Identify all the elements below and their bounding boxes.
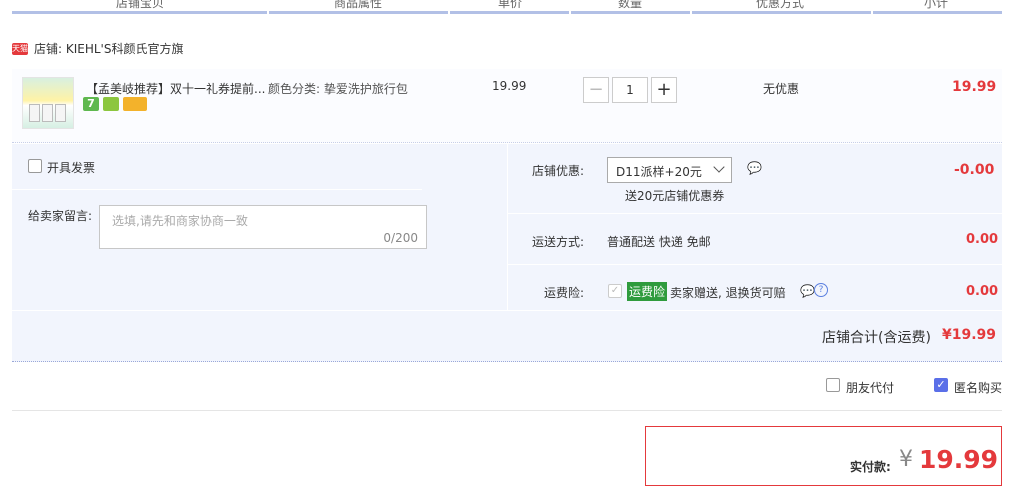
insurance-chat-icon[interactable]: 💬 [800, 284, 815, 298]
insurance-amount: 0.00 [966, 284, 999, 299]
anonymous-checkbox[interactable]: ✓ [934, 378, 948, 392]
shop-name[interactable]: 店铺: KIEHL'S科颜氏官方旗 [34, 40, 183, 57]
header-separator [267, 11, 269, 14]
shop-discount-selected: D11派样+20元 [616, 165, 702, 179]
message-label: 给卖家留言: [28, 209, 93, 223]
product-attribute: 颜色分类: 挚爱洗护旅行包 [268, 82, 408, 96]
header-separator [569, 11, 571, 14]
invoice-label[interactable]: 开具发票 [47, 159, 95, 176]
header-separator [690, 11, 692, 14]
shop-row: 天猫 店铺: KIEHL'S科颜氏官方旗 [12, 40, 183, 57]
invoice-checkbox[interactable] [28, 159, 42, 173]
insurance-label: 运费险: [544, 286, 585, 300]
header-separator [871, 11, 873, 14]
shop-discount-amount: -0.00 [954, 162, 995, 178]
shipping-amount: 0.00 [966, 232, 999, 247]
insurance-checkbox[interactable]: ✓ [608, 284, 622, 298]
payment-label: 实付款: [850, 460, 891, 474]
insurance-description: 卖家赠送, 退换货可赔 [670, 286, 786, 300]
shop-total-row: 店铺合计(含运费) ¥19.99 [12, 311, 1002, 362]
shipping-label: 运送方式: [532, 235, 585, 249]
anonymous-label[interactable]: 匿名购买 [954, 379, 1002, 396]
message-counter: 0/200 [383, 231, 418, 245]
unit-price: 19.99 [492, 79, 527, 93]
quantity-increase-button[interactable]: + [651, 77, 677, 103]
chevron-down-icon [713, 161, 725, 173]
divider [12, 410, 1002, 411]
header-col-item: 店铺宝贝 [115, 0, 164, 10]
seller-message-input[interactable]: 选填,请先和商家协商一致 0/200 [99, 205, 427, 249]
item-subtotal: 19.99 [952, 79, 997, 95]
service-tag-card-icon[interactable] [123, 97, 147, 111]
header-bar [12, 11, 1002, 14]
header-col-quantity: 数量 [617, 0, 642, 10]
header-separator [448, 11, 450, 14]
quantity-input[interactable]: 1 [612, 77, 648, 103]
service-tag-7day-icon[interactable]: 7 [83, 97, 99, 111]
shop-discount-note: 送20元店铺优惠券 [625, 189, 725, 203]
shop-total-amount: ¥19.99 [942, 327, 997, 343]
shop-discount-label: 店铺优惠: [532, 164, 585, 178]
tmall-badge-icon: 天猫 [12, 42, 28, 55]
header-col-price: 单价 [497, 0, 522, 10]
friend-pay-checkbox[interactable] [826, 378, 840, 392]
header-col-discount: 优惠方式 [755, 0, 804, 10]
friend-pay-label[interactable]: 朋友代付 [846, 379, 894, 396]
header-col-subtotal: 小计 [923, 0, 948, 10]
shop-total-label: 店铺合计(含运费) [822, 330, 931, 346]
header-col-attribute: 商品属性 [333, 0, 382, 10]
message-placeholder: 选填,请先和商家协商一致 [112, 214, 248, 228]
quantity-decrease-button[interactable]: − [583, 77, 609, 103]
product-thumbnail[interactable] [22, 77, 74, 129]
shop-discount-select[interactable]: D11派样+20元 [607, 157, 732, 183]
product-title[interactable]: 【孟美岐推荐】双十一礼券提前... [86, 80, 265, 97]
shipping-method: 普通配送 快递 免邮 [607, 235, 711, 249]
shop-discount-chat-icon[interactable]: 💬 [747, 161, 762, 175]
payment-amount: 19.99 [919, 445, 999, 474]
insurance-badge: 运费险 [627, 282, 668, 301]
discount-method: 无优惠 [763, 82, 800, 96]
insurance-help-icon[interactable]: ? [814, 283, 828, 297]
payment-currency: ¥ [899, 447, 913, 472]
service-tag-guarantee-icon[interactable] [103, 97, 119, 111]
cart-item-row: 【孟美岐推荐】双十一礼券提前... 7 颜色分类: 挚爱洗护旅行包 19.99 … [12, 69, 1002, 143]
payment-summary-box: 实付款: ¥ 19.99 [645, 426, 1002, 486]
